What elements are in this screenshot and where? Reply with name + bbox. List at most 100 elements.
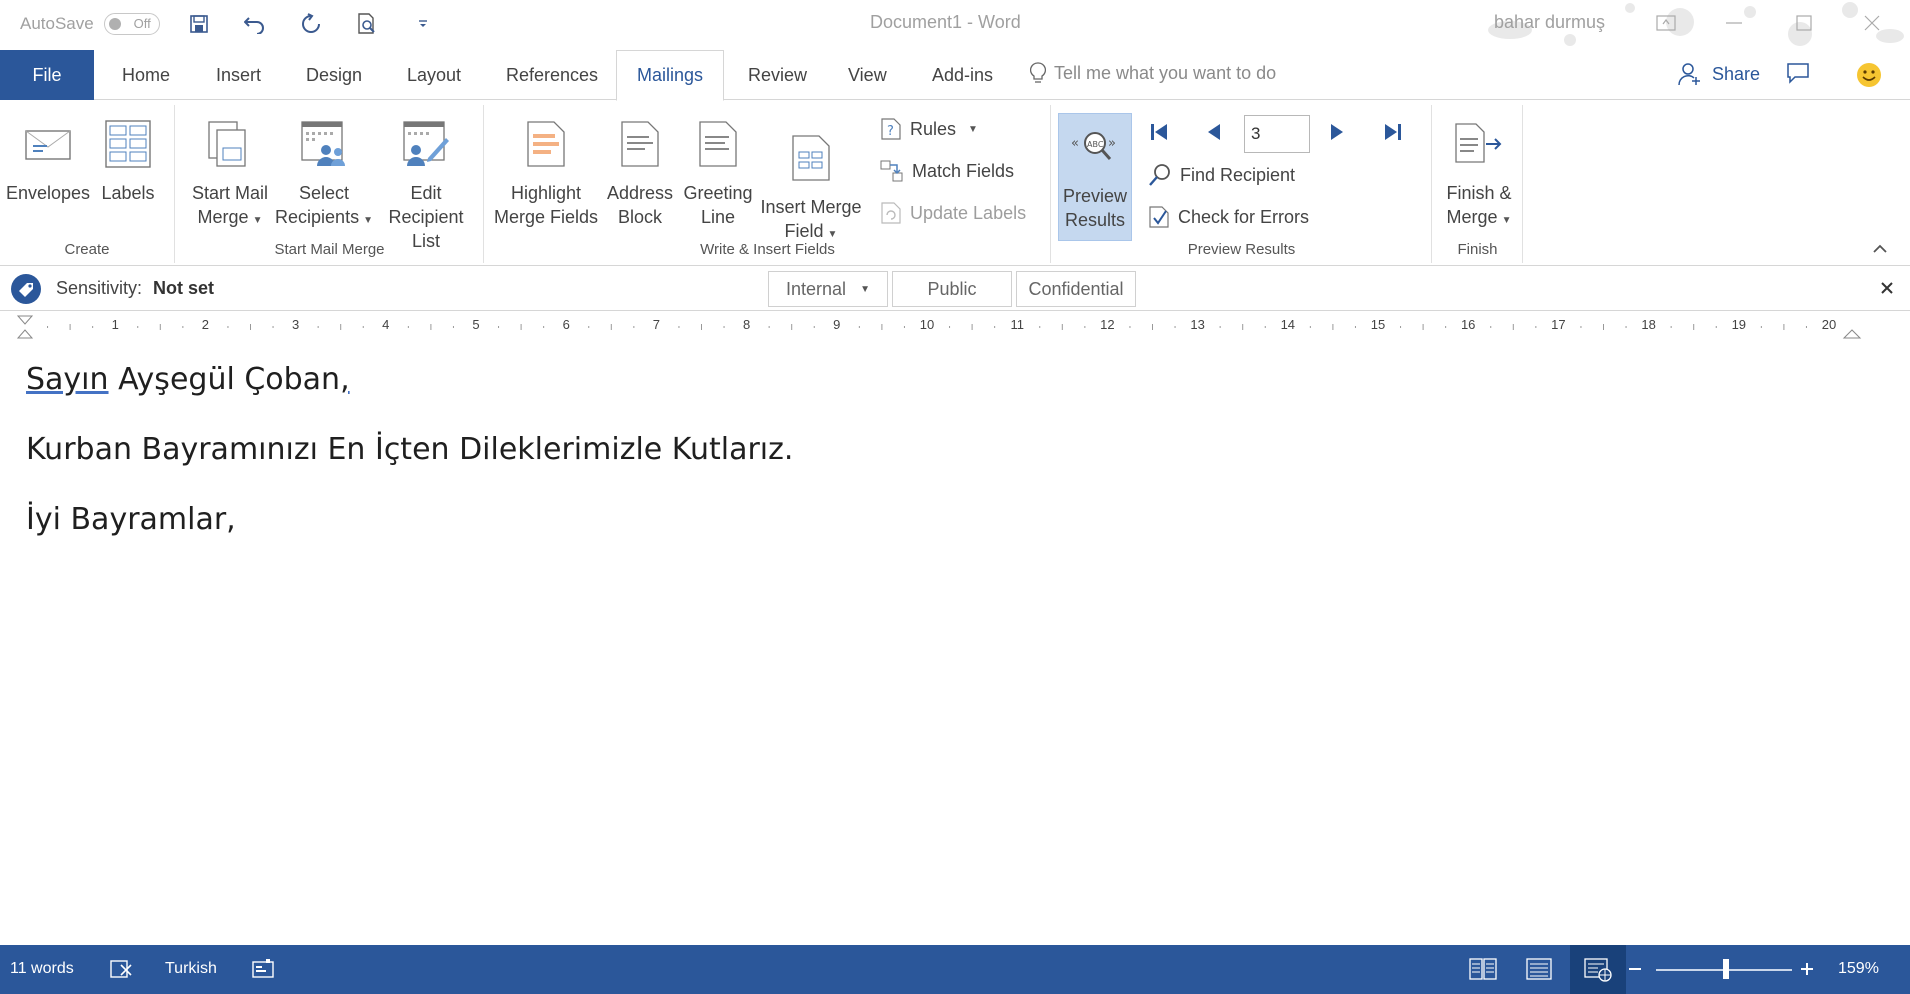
- finish-merge-label-1: Finish &: [1446, 183, 1512, 203]
- document-paragraph-2[interactable]: Kurban Bayramınızı En İçten Dileklerimiz…: [26, 432, 1876, 468]
- match-fields-button[interactable]: Match Fields: [880, 159, 1014, 183]
- labels-button[interactable]: Labels: [92, 105, 164, 205]
- print-preview-button[interactable]: [350, 7, 384, 41]
- previous-record-button[interactable]: [1199, 117, 1229, 147]
- ribbon-display-options-button[interactable]: [1646, 6, 1686, 40]
- ribbon-display-icon: [1656, 15, 1676, 31]
- document-body[interactable]: Sayın Ayşegül Çoban, Kurban Bayramınızı …: [26, 362, 1876, 922]
- rules-button[interactable]: ? Rules ▼: [880, 117, 978, 141]
- salutation-comma: ,: [340, 362, 350, 397]
- tab-home[interactable]: Home: [120, 50, 172, 100]
- language-indicator[interactable]: Turkish: [165, 960, 217, 978]
- start-mail-merge-label-1: Start Mail: [191, 183, 269, 203]
- recipient-name: Ayşegül Çoban: [108, 362, 341, 397]
- group-create-label: Create: [64, 241, 110, 258]
- finish-merge-button[interactable]: Finish & Merge ▼: [1441, 105, 1517, 233]
- address-block-label-2: Block: [617, 207, 662, 227]
- close-button[interactable]: [1852, 6, 1892, 40]
- tell-me-placeholder: Tell me what you want to do: [1054, 62, 1277, 83]
- share-label: Share: [1712, 63, 1761, 84]
- envelopes-button[interactable]: Envelopes: [6, 105, 90, 205]
- highlight-merge-fields-label-1: Highlight: [510, 183, 582, 203]
- group-write-insert-fields-label: Write & Insert Fields: [700, 241, 835, 258]
- first-record-button[interactable]: [1144, 117, 1174, 147]
- close-sensitivity-bar-button[interactable]: [1880, 281, 1894, 300]
- address-block-button[interactable]: Address Block: [601, 105, 679, 229]
- tell-me-search[interactable]: Tell me what you want to do: [1030, 62, 1276, 84]
- tab-add-ins[interactable]: Add-ins: [930, 50, 995, 100]
- comments-button[interactable]: [1786, 62, 1810, 89]
- ruler-ticks: [16, 315, 1862, 339]
- next-record-button[interactable]: [1322, 117, 1352, 147]
- sensitivity-confidential-button[interactable]: Confidential: [1016, 271, 1136, 307]
- print-layout-button[interactable]: [1522, 953, 1556, 985]
- autosave-state: Off: [133, 16, 151, 31]
- edit-recipient-list-button[interactable]: Edit Recipient List: [372, 105, 480, 253]
- ruler-label: 19: [1731, 317, 1747, 332]
- ribbon-tabs: File Home Insert Design Layout Reference…: [0, 50, 1910, 101]
- tab-design[interactable]: Design: [304, 50, 364, 100]
- redo-button[interactable]: [294, 7, 328, 41]
- maximize-button[interactable]: [1784, 6, 1824, 40]
- tab-layout[interactable]: Layout: [405, 50, 463, 100]
- print-layout-icon: [1526, 958, 1552, 980]
- ruler-label: 6: [562, 317, 570, 332]
- macro-icon: [252, 959, 274, 978]
- greeting-line-button[interactable]: Greeting Line: [679, 105, 757, 229]
- insert-merge-field-button[interactable]: Insert Merge Field ▼: [755, 119, 867, 247]
- horizontal-ruler[interactable]: 1 2 3 4 5 6 7 8 9 10 11 12 13 14 15 16 17 18 19 20: [0, 312, 1910, 342]
- greeting-line-label-1: Greeting: [683, 183, 753, 203]
- proofing-button[interactable]: [104, 953, 138, 985]
- select-recipients-button[interactable]: Select Recipients ▼: [275, 105, 373, 233]
- minimize-button[interactable]: [1714, 6, 1754, 40]
- customize-qat-button[interactable]: [406, 7, 440, 41]
- tab-mailings[interactable]: Mailings: [616, 50, 725, 101]
- zoom-out-button[interactable]: [1618, 953, 1652, 985]
- sensitivity-public-button[interactable]: Public: [892, 271, 1012, 307]
- ruler-label: 4: [382, 317, 390, 332]
- tab-file[interactable]: File: [0, 50, 94, 100]
- save-button[interactable]: [182, 7, 216, 41]
- check-for-errors-button[interactable]: Check for Errors: [1148, 205, 1309, 229]
- macro-record-button[interactable]: [246, 953, 280, 985]
- preview-results-label-2: Results: [1064, 210, 1126, 230]
- start-mail-merge-button[interactable]: Start Mail Merge ▼: [184, 105, 276, 233]
- envelope-icon: [25, 130, 71, 160]
- word-count[interactable]: 11 words: [10, 960, 74, 978]
- tab-insert[interactable]: Insert: [214, 50, 263, 100]
- share-button[interactable]: Share: [1678, 62, 1760, 86]
- collapse-ribbon-button[interactable]: [1872, 241, 1888, 259]
- user-name[interactable]: bahar durmuş: [1494, 12, 1605, 33]
- plus-icon: [1801, 963, 1813, 975]
- document-paragraph-3[interactable]: İyi Bayramlar,: [26, 502, 1876, 538]
- undo-button[interactable]: [238, 7, 272, 41]
- dropdown-caret-icon: ▼: [252, 215, 263, 226]
- last-record-button[interactable]: [1378, 117, 1408, 147]
- tab-review[interactable]: Review: [746, 50, 809, 100]
- record-number-input[interactable]: [1244, 115, 1310, 153]
- autosave-toggle[interactable]: Off: [103, 12, 160, 35]
- zoom-slider-thumb[interactable]: [1723, 959, 1729, 979]
- save-icon: [189, 14, 208, 33]
- undo-icon: [243, 16, 264, 34]
- ruler-label: 10: [919, 317, 935, 332]
- group-preview-results-label: Preview Results: [1187, 241, 1296, 258]
- svg-text:?: ?: [887, 124, 894, 139]
- match-fields-label: Match Fields: [912, 160, 1015, 181]
- tab-references[interactable]: References: [504, 50, 600, 100]
- zoom-level[interactable]: 159%: [1838, 960, 1879, 978]
- preview-results-button[interactable]: « » ABC Preview Results: [1058, 113, 1132, 241]
- sensitivity-internal-button[interactable]: Internal ▼: [768, 271, 888, 307]
- document-paragraph-1[interactable]: Sayın Ayşegül Çoban,: [26, 362, 1876, 398]
- tab-view[interactable]: View: [846, 50, 889, 100]
- ruler-label: 18: [1641, 317, 1656, 332]
- update-labels-button[interactable]: Update Labels: [880, 201, 1026, 225]
- highlight-merge-fields-button[interactable]: Highlight Merge Fields: [493, 105, 599, 229]
- read-mode-button[interactable]: [1466, 953, 1500, 985]
- find-recipient-button[interactable]: Find Recipient: [1148, 163, 1295, 187]
- autosave-label: AutoSave: [20, 13, 94, 33]
- feedback-button[interactable]: [1856, 62, 1882, 93]
- zoom-in-button[interactable]: [1790, 953, 1824, 985]
- highlight-merge-fields-label-2: Merge Fields: [493, 207, 599, 227]
- documents-icon: [208, 121, 246, 167]
